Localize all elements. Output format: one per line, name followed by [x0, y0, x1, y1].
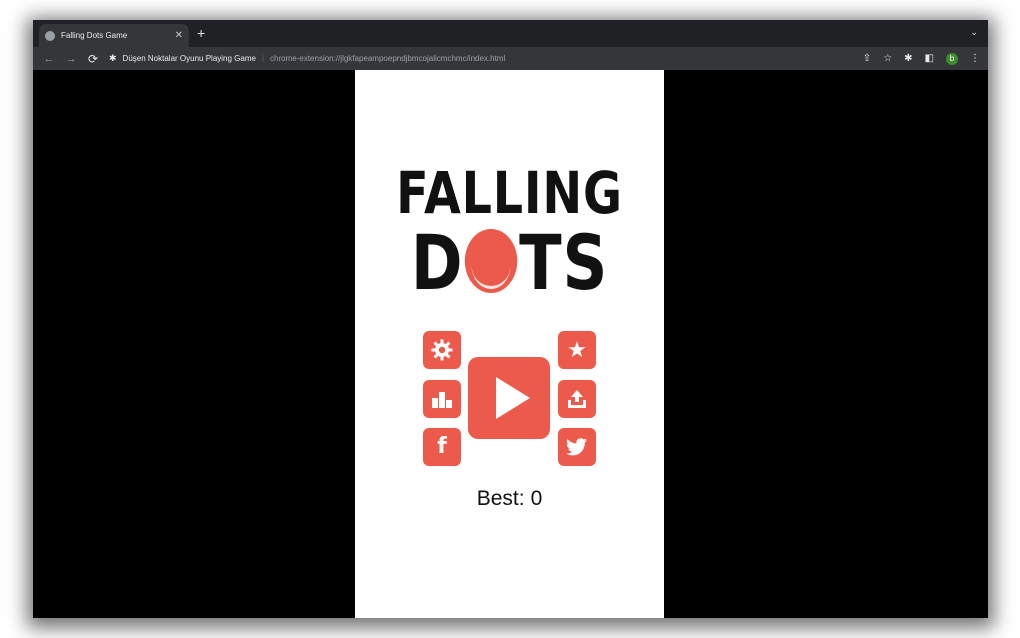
globe-icon: [45, 30, 55, 41]
browser-window: Falling Dots Game ✕ + ⌄ ← → ⟳ ✱ Düşen No…: [33, 20, 988, 618]
tab-falling-dots[interactable]: Falling Dots Game ✕: [39, 24, 189, 47]
extensions-icon[interactable]: ✱: [904, 53, 912, 64]
avatar[interactable]: b: [946, 52, 958, 65]
play-icon: [496, 377, 530, 419]
share-button[interactable]: [558, 380, 596, 418]
gear-icon: [431, 339, 453, 361]
tab-search-button[interactable]: ⌄: [970, 27, 978, 38]
share-icon: [568, 390, 586, 408]
browser-toolbar: ← → ⟳ ✱ Düşen Noktalar Oyunu Playing Gam…: [33, 47, 988, 70]
address-bar[interactable]: ✱ Düşen Noktalar Oyunu Playing Game | ch…: [109, 50, 829, 67]
toolbar-actions: ⇧ ☆ ✱ ◧ b ⋮: [863, 47, 980, 70]
side-panel-icon[interactable]: ◧: [925, 53, 934, 64]
page-content: FALLING D TS f ★ Best: 0: [33, 70, 988, 618]
game-logo: FALLING D TS: [355, 160, 664, 302]
twitter-button[interactable]: [558, 428, 596, 466]
share-page-icon[interactable]: ⇧: [863, 53, 871, 64]
logo-line-1: FALLING: [396, 159, 623, 227]
best-score-value: 0: [530, 487, 543, 510]
facebook-icon: f: [437, 434, 447, 459]
facebook-button[interactable]: f: [423, 428, 461, 466]
play-button[interactable]: [468, 357, 550, 439]
puzzle-icon: ✱: [109, 53, 117, 63]
site-name: Düşen Noktalar Oyunu Playing Game: [122, 54, 256, 63]
new-tab-button[interactable]: +: [197, 26, 205, 40]
rate-button[interactable]: ★: [558, 331, 596, 369]
logo-line-2: D TS: [383, 224, 636, 302]
game-panel: FALLING D TS f ★ Best: 0: [355, 70, 664, 618]
red-dot-icon: [465, 229, 518, 293]
back-icon[interactable]: ←: [43, 53, 55, 65]
leaderboard-button[interactable]: [423, 380, 461, 418]
reload-icon[interactable]: ⟳: [87, 52, 99, 66]
tab-strip: Falling Dots Game ✕ + ⌄: [33, 20, 988, 47]
menu-icon[interactable]: ⋮: [970, 53, 980, 64]
url-text[interactable]: chrome-extension://jlgkfapeampoepndjbmco…: [270, 54, 505, 63]
twitter-icon: [566, 438, 587, 456]
logo-letter-d: D: [410, 218, 464, 307]
address-separator: |: [261, 54, 265, 63]
settings-button[interactable]: [423, 331, 461, 369]
forward-icon[interactable]: →: [65, 53, 77, 65]
podium-icon: [432, 392, 452, 408]
best-score: Best: 0: [355, 487, 664, 511]
best-score-label: Best:: [476, 487, 525, 510]
star-icon: ★: [567, 337, 587, 362]
bookmark-star-icon[interactable]: ☆: [883, 53, 892, 64]
tab-title: Falling Dots Game: [61, 31, 128, 40]
close-tab-button[interactable]: ✕: [175, 30, 183, 41]
logo-letters-ts: TS: [519, 218, 609, 307]
